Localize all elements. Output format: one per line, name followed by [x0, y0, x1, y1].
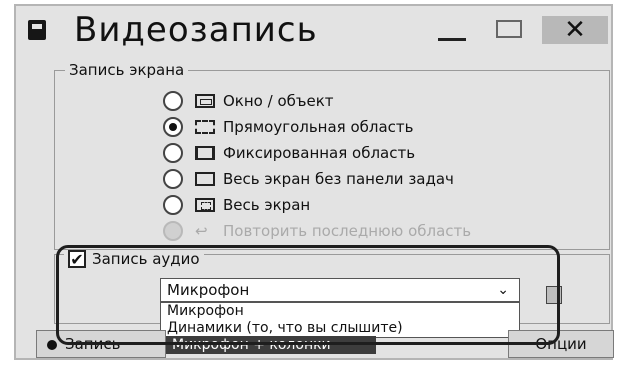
app-icon [28, 20, 46, 40]
radio-fixed-area[interactable] [163, 143, 183, 163]
screen-recording-group: Запись экрана Окно / объект Прямоугольна… [54, 61, 610, 250]
audio-source-selected: Микрофон [167, 281, 250, 299]
option-rectangular-area[interactable]: Прямоугольная область [163, 115, 414, 139]
close-icon: ✕ [564, 15, 586, 45]
option-label: Окно / объект [223, 92, 334, 110]
option-window-object[interactable]: Окно / объект [163, 89, 334, 113]
chevron-down-icon: ⌄ [497, 282, 509, 298]
option-label: Фиксированная область [223, 144, 416, 162]
repeat-icon: ↩ [195, 222, 208, 240]
maximize-button[interactable] [482, 14, 538, 44]
audio-checkbox-label: Запись аудио [92, 250, 200, 268]
record-button[interactable]: Запись [36, 330, 166, 358]
minimize-button[interactable] [424, 14, 480, 44]
dropdown-option-microphone[interactable]: Микрофон [161, 303, 519, 320]
dropdown-option-mic-speakers[interactable]: Микрофон + колонки [166, 336, 376, 354]
close-button[interactable]: ✕ [542, 16, 608, 44]
radio-repeat-last-area [163, 221, 183, 241]
radio-fullscreen[interactable] [163, 195, 183, 215]
record-icon [47, 340, 57, 350]
option-label: Повторить последнюю область [223, 222, 472, 240]
record-button-label: Запись [65, 335, 121, 353]
option-label: Весь экран без панели задач [223, 170, 454, 188]
option-repeat-last-area: ↩ Повторить последнюю область [163, 219, 471, 243]
option-fixed-area[interactable]: Фиксированная область [163, 141, 415, 165]
fixed-area-icon [195, 146, 215, 160]
fullscreen-icon [195, 198, 215, 212]
audio-checkbox[interactable]: ✔ [68, 250, 86, 268]
options-button[interactable]: Опции [508, 330, 614, 358]
radio-rectangular-area[interactable] [163, 117, 183, 137]
option-fullscreen[interactable]: Весь экран [163, 193, 310, 217]
screen-no-taskbar-icon [195, 172, 215, 186]
screen-recording-legend: Запись экрана [65, 61, 189, 79]
rectangle-selection-icon [195, 120, 215, 134]
title-bar[interactable]: Видеозапись ✕ [16, 6, 611, 56]
audio-source-select[interactable]: Микрофон ⌄ [160, 278, 520, 302]
window-icon [195, 94, 215, 108]
audio-recording-toggle[interactable]: ✔ Запись аудио [64, 250, 204, 268]
radio-window-object[interactable] [163, 91, 183, 111]
video-recording-window: Видеозапись ✕ Запись экрана Окно / объек… [14, 4, 614, 360]
option-label: Весь экран [223, 196, 311, 214]
window-title: Видеозапись [74, 10, 318, 50]
dropdown-option-speakers[interactable]: Динамики (то, что вы слышите) [161, 320, 519, 337]
radio-fullscreen-no-taskbar[interactable] [163, 169, 183, 189]
option-fullscreen-no-taskbar[interactable]: Весь экран без панели задач [163, 167, 454, 191]
option-label: Прямоугольная область [223, 118, 414, 136]
audio-source-dropdown: Микрофон Динамики (то, что вы слышите) [160, 302, 520, 338]
audio-settings-icon[interactable] [546, 286, 562, 304]
